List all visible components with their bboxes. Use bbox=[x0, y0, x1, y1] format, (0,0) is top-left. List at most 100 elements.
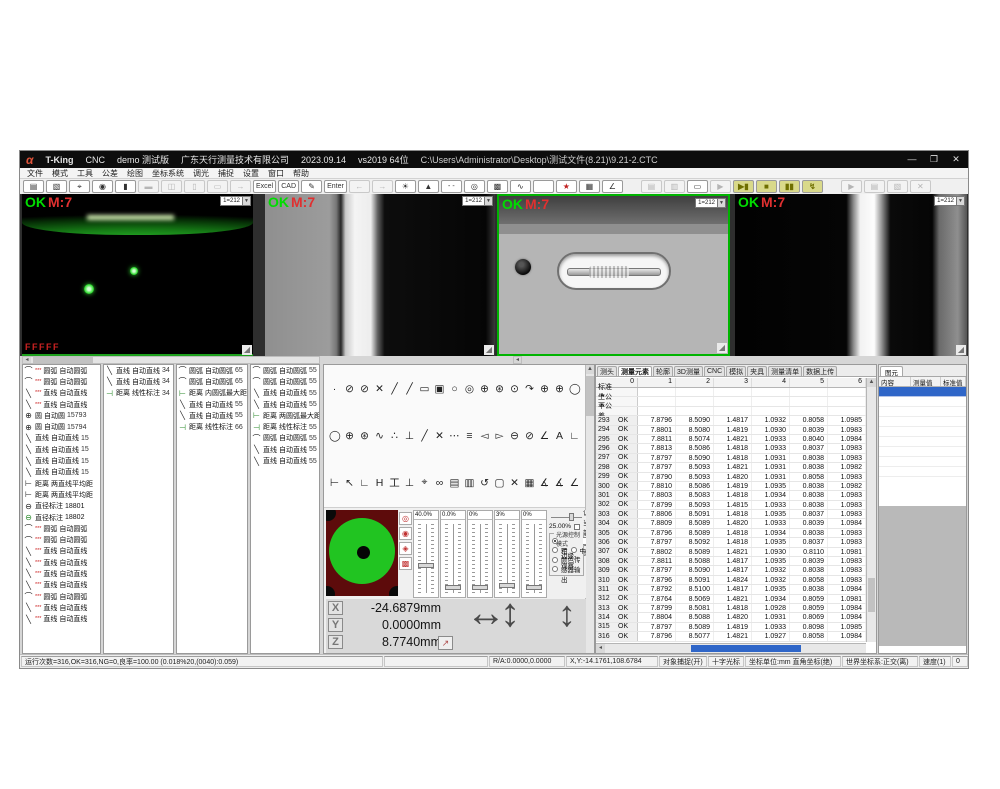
ring-light-preview[interactable] bbox=[326, 510, 398, 596]
cad-button[interactable]: CAD bbox=[278, 180, 299, 193]
stop-button[interactable]: ■ bbox=[756, 180, 777, 193]
feature-row[interactable]: ╲ *** 直线 自动直线 bbox=[23, 557, 100, 568]
measure-tool-icon[interactable]: ✕ bbox=[434, 430, 445, 442]
measure-tool-icon[interactable]: ↺ bbox=[479, 477, 490, 489]
edge-observe-radio[interactable] bbox=[552, 557, 558, 563]
grid-data-row[interactable]: 312 OK7.87648.50691.48211.09340.80591.09… bbox=[596, 595, 866, 604]
measure-tool-icon[interactable]: ⊘ bbox=[524, 430, 535, 442]
measure-tool-icon[interactable]: ↷ bbox=[524, 383, 535, 395]
measure-tool-icon[interactable]: ⊕ bbox=[479, 383, 490, 395]
slider-thumb[interactable] bbox=[445, 585, 461, 590]
scroll-up-icon[interactable]: ▲ bbox=[867, 378, 876, 387]
element-empty-row[interactable] bbox=[879, 407, 966, 417]
menu-item-6[interactable]: 调光 bbox=[193, 168, 209, 179]
measure-tool-icon[interactable]: ↖ bbox=[344, 477, 355, 489]
camera-lens-select[interactable]: 1=212 ▼ bbox=[934, 196, 965, 206]
measure-tool-icon[interactable]: ▢ bbox=[494, 477, 505, 489]
menu-item-5[interactable]: 坐标系统 bbox=[152, 168, 184, 179]
jog-xy-vertical-icon[interactable]: ↕ bbox=[500, 591, 520, 636]
selected-element-row[interactable] bbox=[879, 387, 966, 397]
resize-grip-icon[interactable]: ◢ bbox=[717, 343, 727, 353]
medium-radio[interactable] bbox=[571, 547, 577, 553]
measure-tool-icon[interactable]: ╱ bbox=[389, 383, 400, 395]
grid-data-row[interactable]: 310 OK7.87968.50911.48241.09320.80581.09… bbox=[596, 576, 866, 585]
measure-tool-icon[interactable]: ⊘ bbox=[359, 383, 370, 395]
measure-tool-icon[interactable]: ⋯ bbox=[449, 430, 460, 442]
feature-row[interactable]: ╲ 直线 自动直线 55 bbox=[251, 388, 319, 399]
feature-row[interactable]: ╲ 直线 自动直线 15 bbox=[23, 455, 100, 466]
ring-segment-icon[interactable]: ◉ bbox=[399, 527, 412, 540]
resize-grip-icon[interactable]: ◢ bbox=[956, 345, 966, 355]
measure-tool-icon[interactable]: ✕ bbox=[374, 383, 385, 395]
resize-grip-icon[interactable]: ◢ bbox=[484, 345, 494, 355]
table-tab[interactable]: 夹具 bbox=[747, 366, 767, 376]
grid-special-row[interactable]: 上公差 bbox=[596, 397, 866, 406]
camera-lens-select[interactable]: 1=212 ▼ bbox=[462, 196, 493, 206]
camera-lens-select[interactable]: 1=212 ▼ bbox=[220, 196, 251, 206]
open-button[interactable]: ▧ bbox=[46, 180, 67, 193]
scrollbar-thumb[interactable] bbox=[691, 645, 801, 652]
measure-tool-icon[interactable]: ⊘ bbox=[344, 383, 355, 395]
feature-row[interactable]: ⌒ *** 圆弧 自动圆弧 bbox=[23, 523, 100, 534]
measure-tool-icon[interactable]: ⊖ bbox=[509, 430, 520, 442]
save2-button[interactable]: ▤ bbox=[641, 180, 662, 193]
feature-row[interactable]: ⊢ 距离 两直线平均距 bbox=[23, 489, 100, 500]
measure-tool-icon[interactable]: ⊕ bbox=[539, 383, 550, 395]
scrollbar-thumb[interactable] bbox=[33, 357, 93, 363]
feature-row[interactable]: ╲ *** 直线 自动直线 bbox=[23, 580, 100, 591]
measure-tool-icon[interactable]: · bbox=[329, 383, 340, 395]
measure-tool-icon[interactable]: ∴ bbox=[389, 430, 400, 442]
ring-segment-icon[interactable]: ▩ bbox=[399, 557, 412, 570]
scrollbar-thumb[interactable] bbox=[868, 578, 875, 612]
feature-row[interactable]: ╲ 直线 自动直线 55 bbox=[251, 399, 319, 410]
grid-data-row[interactable]: 304 OK7.88098.50891.48201.09330.80391.09… bbox=[596, 519, 866, 528]
menu-item-1[interactable]: 模式 bbox=[52, 168, 68, 179]
feature-row[interactable]: ╲ 直线 自动直线 15 bbox=[23, 444, 100, 455]
grid-data-row[interactable]: 316 OK7.87968.50771.48211.09270.80581.09… bbox=[596, 632, 866, 641]
feature-row[interactable]: ⊣ 距离 线性标注 55 bbox=[251, 421, 319, 432]
probe-move-button[interactable]: ▭ bbox=[207, 180, 228, 193]
feature-row[interactable]: ⌒ 圆弧 自动圆弧 55 bbox=[251, 365, 319, 376]
measure-tool-icon[interactable]: A bbox=[554, 430, 565, 442]
measure-tool-icon[interactable]: ∟ bbox=[569, 430, 580, 442]
menu-item-8[interactable]: 设置 bbox=[243, 168, 259, 179]
ring-segment-icon[interactable]: ◈ bbox=[399, 542, 412, 555]
slider-thumb[interactable] bbox=[526, 585, 542, 590]
measure-tool-icon[interactable]: ∟ bbox=[359, 477, 370, 489]
probe-calibrate-button[interactable]: ▮ bbox=[115, 180, 136, 193]
grid-data-row[interactable]: 297 OK7.87978.50901.48181.09310.80381.09… bbox=[596, 454, 866, 463]
measure-tool-icon[interactable]: ∿ bbox=[374, 430, 385, 442]
feature-row[interactable]: ⌒ 圆弧 自动圆弧 65 bbox=[177, 365, 247, 376]
feature-row[interactable]: ╲ 直线 自动直线 15 bbox=[23, 433, 100, 444]
measure-tool-icon[interactable]: ∠ bbox=[569, 477, 580, 489]
table-tab[interactable]: 3D测量 bbox=[674, 366, 703, 376]
scroll-left-icon[interactable]: ◂ bbox=[596, 644, 605, 653]
grid-data-row[interactable]: 301 OK7.88038.50831.48181.09340.80381.09… bbox=[596, 491, 866, 500]
play2-button[interactable]: ▶ bbox=[841, 180, 862, 193]
camera-view-3-selected[interactable]: OK M:7 1=212 ▼ ◢ bbox=[497, 194, 730, 356]
tab-element[interactable]: 图元 bbox=[880, 366, 903, 376]
restore-button[interactable]: ❐ bbox=[928, 154, 940, 165]
palette-vertical-scrollbar[interactable]: ▲ bbox=[585, 365, 594, 653]
measure-tool-icon[interactable]: ▦ bbox=[524, 477, 535, 489]
table-tab[interactable]: 数据上传 bbox=[803, 366, 837, 376]
feature-row[interactable]: ⌒ *** 圆弧 自动圆弧 bbox=[23, 591, 100, 602]
measure-tool-icon[interactable]: ⊙ bbox=[509, 383, 520, 395]
folder-button[interactable]: ▭ bbox=[687, 180, 708, 193]
grid-data-row[interactable]: 313 OK7.87998.50811.48181.09280.80591.09… bbox=[596, 604, 866, 613]
menu-item-0[interactable]: 文件 bbox=[27, 168, 43, 179]
feature-row[interactable]: ⊢ 距离 两直线平均距 bbox=[23, 478, 100, 489]
magnifier-button[interactable]: ◎ bbox=[464, 180, 485, 193]
measure-tool-icon[interactable]: ◎ bbox=[464, 383, 475, 395]
grid-data-row[interactable]: 299 OK7.87908.50931.48201.09310.80581.09… bbox=[596, 473, 866, 482]
goto-position-button[interactable]: ↗ bbox=[438, 636, 453, 650]
slider-thumb[interactable] bbox=[499, 583, 515, 588]
standard-radio[interactable] bbox=[552, 538, 558, 544]
menu-item-4[interactable]: 绘图 bbox=[127, 168, 143, 179]
save-button[interactable]: ▤ bbox=[23, 180, 44, 193]
feature-row[interactable]: ╲ 直线 自动直线 55 bbox=[177, 399, 247, 410]
measurement-grid[interactable]: 0123456 标准值 上公差 下公差 293 OK7.87968.50901.… bbox=[596, 378, 866, 642]
light-slider-0[interactable]: 40.0% bbox=[413, 510, 439, 598]
feature-row[interactable]: ╲ 直线 自动直线 34 bbox=[104, 376, 173, 387]
measure-tool-icon[interactable]: ○ bbox=[449, 383, 460, 395]
